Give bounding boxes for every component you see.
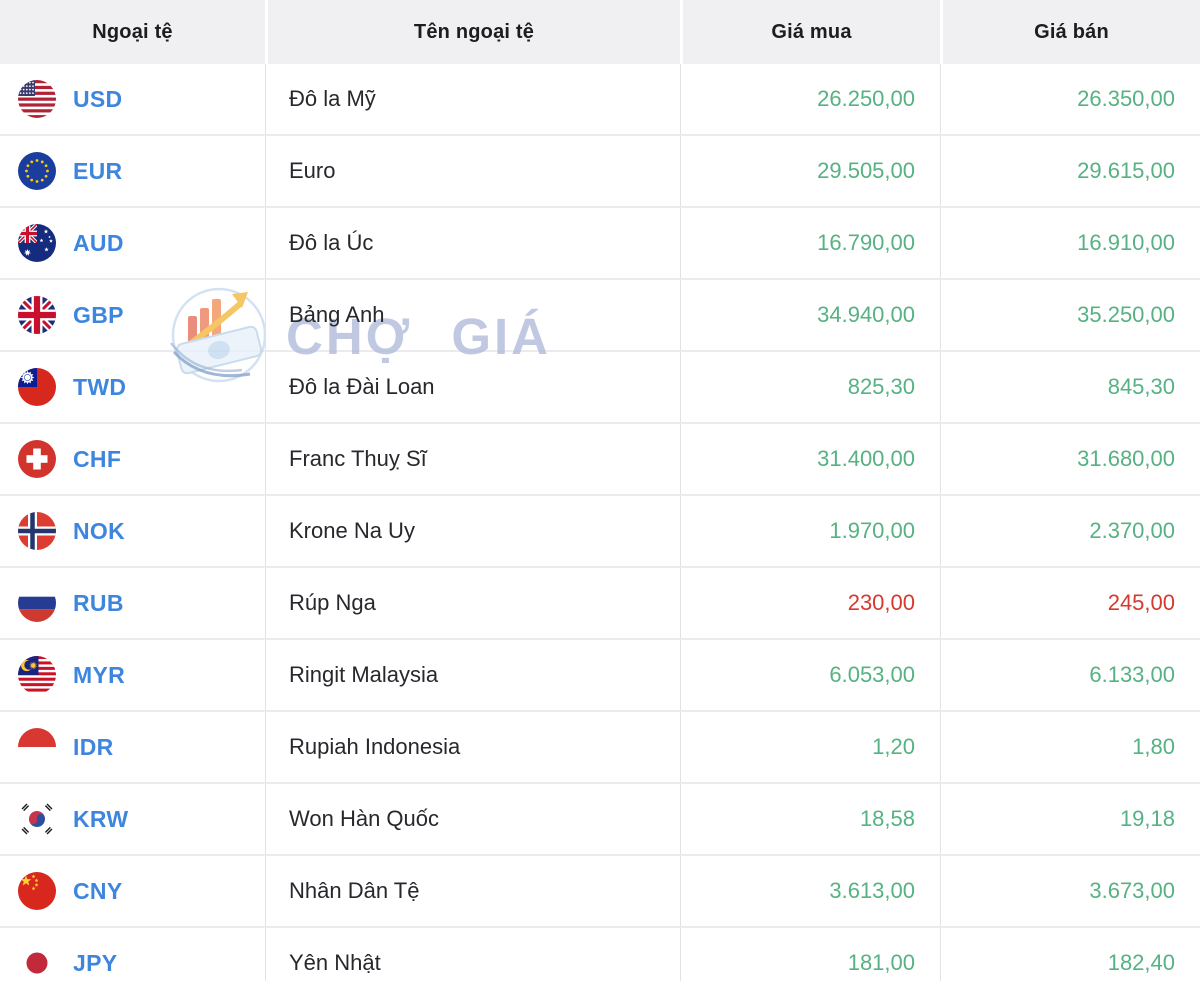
currency-cell: USD (0, 64, 265, 134)
jpy-flag-icon (18, 944, 56, 981)
buy-price: 181,00 (680, 928, 940, 981)
table-body: CHỢ GIÁ USD Đô la Mỹ 26.250,00 26.350,00… (0, 64, 1200, 981)
currency-cell: CHF (0, 424, 265, 494)
sell-price: 2.370,00 (940, 496, 1200, 566)
sell-price: 182,40 (940, 928, 1200, 981)
currency-cell: KRW (0, 784, 265, 854)
currency-code-link-chf[interactable]: CHF (73, 446, 121, 473)
currency-cell: AUD (0, 208, 265, 278)
currency-row-chf: CHF Franc Thuỵ Sĩ 31.400,00 31.680,00 (0, 424, 1200, 496)
currency-row-usd: USD Đô la Mỹ 26.250,00 26.350,00 (0, 64, 1200, 136)
col-header-buy-price: Giá mua (680, 0, 940, 64)
currency-cell: MYR (0, 640, 265, 710)
currency-code-link-krw[interactable]: KRW (73, 806, 128, 833)
currency-name: Đô la Đài Loan (265, 352, 680, 422)
exchange-rate-page: Ngoại tệ Tên ngoại tệ Giá mua Giá bán CH… (0, 0, 1200, 981)
buy-price: 1,20 (680, 712, 940, 782)
currency-row-idr: IDR Rupiah Indonesia 1,20 1,80 (0, 712, 1200, 784)
sell-price: 35.250,00 (940, 280, 1200, 350)
buy-price: 6.053,00 (680, 640, 940, 710)
eur-flag-icon (18, 152, 56, 190)
currency-cell: NOK (0, 496, 265, 566)
sell-price: 16.910,00 (940, 208, 1200, 278)
sell-price: 19,18 (940, 784, 1200, 854)
currency-cell: RUB (0, 568, 265, 638)
sell-price: 1,80 (940, 712, 1200, 782)
currency-cell: TWD (0, 352, 265, 422)
currency-name: Đô la Mỹ (265, 64, 680, 134)
currency-name: Rupiah Indonesia (265, 712, 680, 782)
aud-flag-icon (18, 224, 56, 262)
myr-flag-icon (18, 656, 56, 694)
sell-price: 31.680,00 (940, 424, 1200, 494)
buy-price: 1.970,00 (680, 496, 940, 566)
buy-price: 18,58 (680, 784, 940, 854)
buy-price: 31.400,00 (680, 424, 940, 494)
buy-price: 29.505,00 (680, 136, 940, 206)
sell-price: 3.673,00 (940, 856, 1200, 926)
col-header-currency-name: Tên ngoại tệ (265, 0, 680, 64)
buy-price: 16.790,00 (680, 208, 940, 278)
currency-name: Rúp Nga (265, 568, 680, 638)
col-header-sell-price: Giá bán (940, 0, 1200, 64)
currency-name: Won Hàn Quốc (265, 784, 680, 854)
chf-flag-icon (18, 440, 56, 478)
currency-row-aud: AUD Đô la Úc 16.790,00 16.910,00 (0, 208, 1200, 280)
currency-code-link-myr[interactable]: MYR (73, 662, 125, 689)
currency-code-link-idr[interactable]: IDR (73, 734, 114, 761)
gbp-flag-icon (18, 296, 56, 334)
currency-code-link-eur[interactable]: EUR (73, 158, 122, 185)
col-header-currency: Ngoại tệ (0, 0, 265, 64)
buy-price: 825,30 (680, 352, 940, 422)
buy-price: 34.940,00 (680, 280, 940, 350)
currency-code-link-usd[interactable]: USD (73, 86, 122, 113)
currency-cell: CNY (0, 856, 265, 926)
currency-code-link-cny[interactable]: CNY (73, 878, 122, 905)
currency-row-gbp: GBP Bảng Anh 34.940,00 35.250,00 (0, 280, 1200, 352)
sell-price: 245,00 (940, 568, 1200, 638)
currency-code-link-nok[interactable]: NOK (73, 518, 125, 545)
currency-row-eur: EUR Euro 29.505,00 29.615,00 (0, 136, 1200, 208)
currency-name: Yên Nhật (265, 928, 680, 981)
currency-name: Ringit Malaysia (265, 640, 680, 710)
sell-price: 845,30 (940, 352, 1200, 422)
currency-row-twd: TWD Đô la Đài Loan 825,30 845,30 (0, 352, 1200, 424)
sell-price: 29.615,00 (940, 136, 1200, 206)
krw-flag-icon (18, 800, 56, 838)
currency-cell: GBP (0, 280, 265, 350)
usd-flag-icon (18, 80, 56, 118)
buy-price: 3.613,00 (680, 856, 940, 926)
currency-cell: IDR (0, 712, 265, 782)
currency-name: Bảng Anh (265, 280, 680, 350)
currency-code-link-gbp[interactable]: GBP (73, 302, 124, 329)
currency-row-nok: NOK Krone Na Uy 1.970,00 2.370,00 (0, 496, 1200, 568)
buy-price: 26.250,00 (680, 64, 940, 134)
rub-flag-icon (18, 584, 56, 622)
currency-name: Krone Na Uy (265, 496, 680, 566)
currency-cell: EUR (0, 136, 265, 206)
sell-price: 26.350,00 (940, 64, 1200, 134)
currency-name: Euro (265, 136, 680, 206)
buy-price: 230,00 (680, 568, 940, 638)
currency-row-krw: KRW Won Hàn Quốc 18,58 19,18 (0, 784, 1200, 856)
idr-flag-icon (18, 728, 56, 766)
twd-flag-icon (18, 368, 56, 406)
currency-row-myr: MYR Ringit Malaysia 6.053,00 6.133,00 (0, 640, 1200, 712)
currency-row-jpy: JPY Yên Nhật 181,00 182,40 (0, 928, 1200, 981)
currency-name: Nhân Dân Tệ (265, 856, 680, 926)
currency-row-rub: RUB Rúp Nga 230,00 245,00 (0, 568, 1200, 640)
currency-name: Đô la Úc (265, 208, 680, 278)
currency-code-link-aud[interactable]: AUD (73, 230, 124, 257)
currency-code-link-rub[interactable]: RUB (73, 590, 124, 617)
currency-cell: JPY (0, 928, 265, 981)
currency-name: Franc Thuỵ Sĩ (265, 424, 680, 494)
cny-flag-icon (18, 872, 56, 910)
table-header: Ngoại tệ Tên ngoại tệ Giá mua Giá bán (0, 0, 1200, 64)
sell-price: 6.133,00 (940, 640, 1200, 710)
currency-code-link-jpy[interactable]: JPY (73, 950, 117, 977)
currency-row-cny: CNY Nhân Dân Tệ 3.613,00 3.673,00 (0, 856, 1200, 928)
currency-code-link-twd[interactable]: TWD (73, 374, 126, 401)
nok-flag-icon (18, 512, 56, 550)
